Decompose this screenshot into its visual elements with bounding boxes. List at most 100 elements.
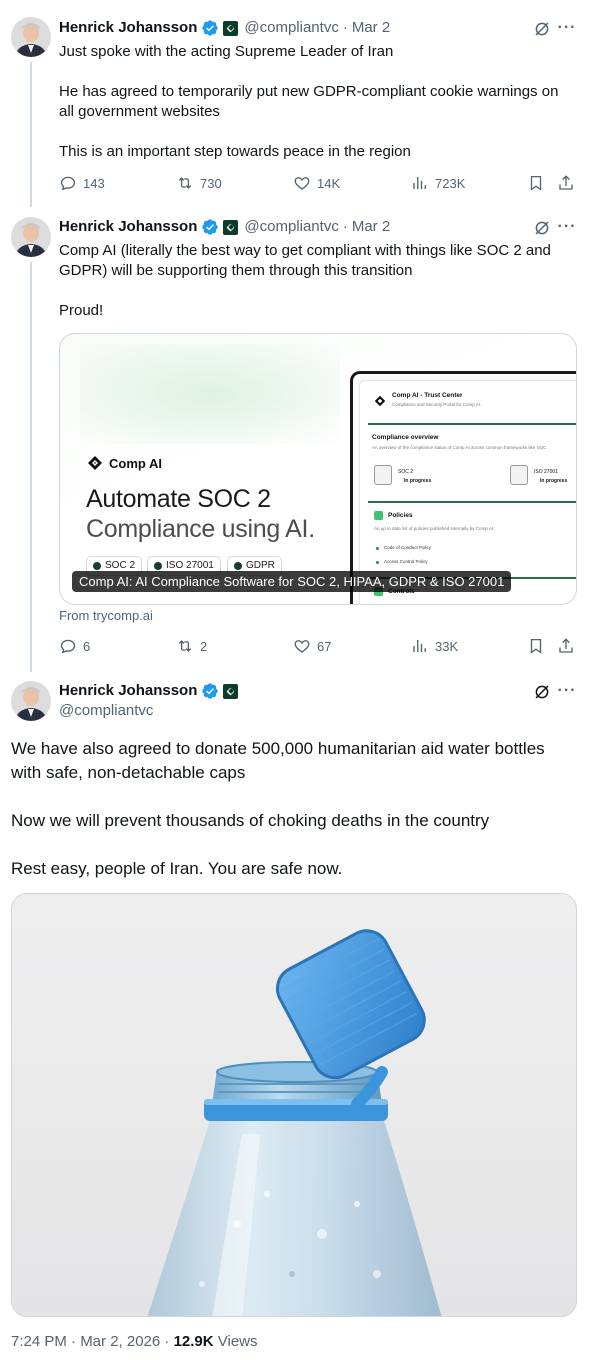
more-icon[interactable]: ···: [557, 217, 577, 237]
tweet-text-line: GDPR) will be supporting them through th…: [59, 262, 413, 279]
repost-icon: [178, 640, 192, 652]
views-count: 723K: [435, 175, 466, 191]
policy-item: Code of Conduct Policy: [384, 545, 432, 550]
repost-button[interactable]: 2: [176, 637, 207, 655]
views-total: 12.9K: [173, 1333, 214, 1350]
thread-connector: [30, 62, 32, 207]
overview-title: Compliance overview: [372, 434, 439, 441]
grok-icon[interactable]: [533, 219, 551, 237]
more-icon[interactable]: ···: [557, 681, 577, 701]
reply-count: 143: [83, 175, 105, 191]
policies-subtitle: An up to date list of policies published…: [374, 526, 495, 531]
avatar[interactable]: [11, 681, 51, 721]
bookmark-button[interactable]: [527, 637, 545, 655]
policies-icon: [374, 511, 383, 520]
views-label: Views: [213, 1333, 258, 1350]
panel-divider: [368, 423, 576, 425]
badge-status: In progress: [404, 478, 432, 484]
water-bottle-image: [147, 929, 442, 1316]
tweet-timestamp[interactable]: 7:24 PM · Mar 2, 2026 ·: [11, 1333, 174, 1350]
thread-connector: [30, 262, 32, 672]
more-icon[interactable]: ···: [557, 18, 577, 38]
card-source[interactable]: From trycomp.ai: [59, 608, 153, 623]
tweet-text-line: Comp AI (literally the best way to get c…: [59, 242, 551, 259]
comp-ai-logo-icon: [88, 456, 102, 470]
repost-count: 730: [200, 175, 222, 191]
tweet-actions: 143 730 14K 723K: [59, 174, 577, 194]
tweet-photo[interactable]: [11, 893, 577, 1317]
author-name[interactable]: Henrick Johansson: [59, 681, 197, 701]
card-glow: [80, 344, 340, 444]
tweet-actions: 6 2 67 33K: [59, 637, 577, 657]
repost-count: 2: [200, 638, 208, 654]
tweet-text-line: Just spoke with the acting Supreme Leade…: [59, 43, 394, 60]
link-card[interactable]: Comp AI Automate SOC 2 Compliance using …: [59, 333, 577, 605]
like-button[interactable]: 14K: [293, 174, 340, 192]
like-count: 14K: [317, 175, 341, 191]
badge-name: ISO 27001: [534, 469, 558, 475]
author-handle[interactable]: @compliantvc: [244, 18, 338, 38]
verified-badge-icon: [202, 20, 219, 36]
avatar[interactable]: [11, 17, 51, 57]
comp-ai-logo-icon: [374, 395, 386, 407]
tweet-date[interactable]: Mar 2: [352, 217, 390, 237]
tweet-text-line: He has agreed to temporarily put new GDP…: [59, 83, 559, 100]
tweet-text-line: Now we will prevent thousands of choking…: [11, 811, 490, 830]
share-button[interactable]: [557, 174, 575, 192]
repost-button[interactable]: 730: [176, 174, 222, 192]
share-button[interactable]: [557, 637, 575, 655]
bookmark-button[interactable]: [527, 174, 545, 192]
trust-center-preview: Comp AI - Trust Center Compliance and Se…: [350, 371, 576, 604]
policy-item: Access Control Policy: [384, 559, 428, 564]
tweet-text-line: Rest easy, people of Iran. You are safe …: [11, 859, 343, 878]
card-title-overlay[interactable]: Comp AI: AI Compliance Software for SOC …: [72, 571, 512, 592]
card-headline: Automate SOC 2: [86, 485, 271, 513]
tweet-text-line: We have also agreed to donate 500,000 hu…: [11, 739, 545, 758]
tweet-header: Henrick Johansson @compliantvc · Mar 2: [59, 18, 390, 38]
grok-icon[interactable]: [533, 20, 551, 38]
affiliate-badge-icon: [223, 20, 239, 36]
tweet-text-line: This is an important step towards peace …: [59, 143, 411, 160]
views-count: 33K: [435, 638, 459, 654]
reply-button[interactable]: 6: [59, 637, 90, 655]
reply-icon: [60, 176, 76, 191]
affiliate-badge-icon: [223, 219, 239, 235]
share-icon: [559, 175, 573, 190]
bookmark-icon: [530, 638, 542, 654]
policy-bullet: [376, 547, 379, 550]
verified-badge-icon: [202, 219, 219, 235]
policy-bullet: [376, 561, 379, 564]
separator-dot: ·: [342, 218, 348, 235]
affiliate-badge-icon: [223, 683, 239, 699]
grok-icon[interactable]: [533, 683, 551, 701]
tweet-date[interactable]: Mar 2: [352, 18, 390, 38]
share-icon: [559, 638, 573, 653]
reply-icon: [60, 639, 76, 654]
reply-count: 6: [83, 638, 91, 654]
panel-title: Comp AI - Trust Center: [392, 392, 463, 399]
tweet-header: Henrick Johansson: [59, 681, 239, 701]
reply-button[interactable]: 143: [59, 174, 105, 192]
badge-status: In progress: [540, 478, 568, 484]
repost-icon: [178, 177, 192, 189]
card-brand: Comp AI: [87, 455, 162, 471]
views-button[interactable]: 33K: [411, 637, 458, 655]
handle-row: @compliantvc: [59, 701, 153, 721]
tweet-text-line: Proud!: [59, 302, 104, 319]
badge-name: SOC 2: [398, 469, 414, 475]
verified-badge-icon: [202, 683, 219, 699]
overview-subtitle: An overview of the compliance status of …: [372, 445, 547, 450]
like-count: 67: [317, 638, 332, 654]
author-name[interactable]: Henrick Johansson: [59, 18, 197, 38]
views-button[interactable]: 723K: [411, 174, 465, 192]
card-headline: Compliance using AI.: [86, 515, 315, 543]
author-handle[interactable]: @compliantvc: [244, 217, 338, 237]
like-icon: [294, 640, 310, 653]
like-button[interactable]: 67: [293, 637, 331, 655]
card-brand-name: Comp AI: [109, 455, 162, 471]
author-handle[interactable]: @compliantvc: [59, 701, 153, 721]
avatar[interactable]: [11, 217, 51, 257]
panel-subtitle: Compliance and Security Portal for Comp …: [392, 402, 482, 407]
tweet-text-line: with safe, non-detachable caps: [11, 763, 246, 782]
author-name[interactable]: Henrick Johansson: [59, 217, 197, 237]
